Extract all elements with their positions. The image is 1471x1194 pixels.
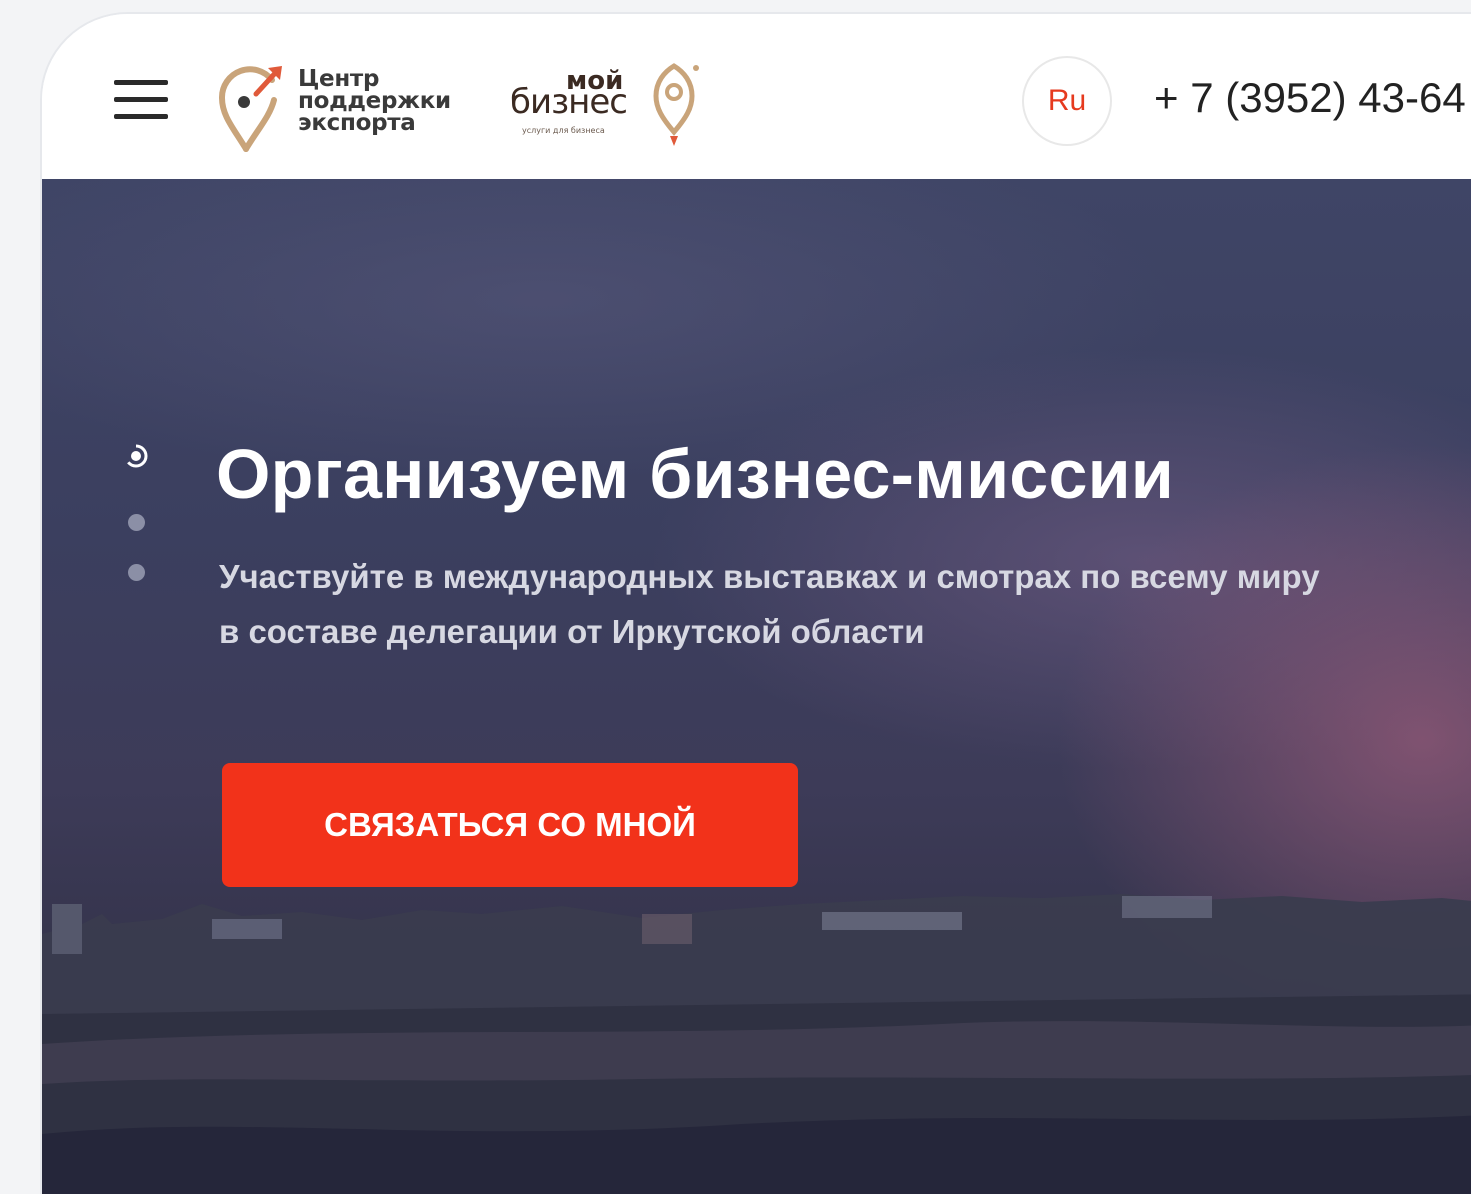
logo-line: поддержки	[298, 88, 451, 114]
hero-subtitle: Участвуйте в международных выставках и с…	[219, 549, 1459, 659]
rocket-pin-icon	[653, 63, 699, 146]
city-river-background	[42, 894, 1471, 1194]
slider-pagination	[124, 444, 154, 594]
burger-line	[114, 97, 168, 102]
browser-frame: Центр поддержки экспорта мой бизнес услу…	[42, 14, 1471, 1194]
hero-title: Организуем бизнес-миссии	[216, 435, 1175, 513]
logo-biznes-text: бизнес	[510, 82, 628, 122]
hero-subtitle-line: Участвуйте в международных выставках и с…	[219, 558, 1320, 595]
export-center-logo[interactable]: Центр поддержки экспорта	[216, 54, 466, 154]
slider-dot[interactable]	[128, 564, 145, 581]
map-pin-icon	[218, 66, 282, 152]
language-switch-button[interactable]: Ru	[1022, 56, 1112, 146]
logo-line: экспорта	[298, 110, 416, 136]
site-header: Центр поддержки экспорта мой бизнес услу…	[42, 14, 1471, 179]
hero-banner: Организуем бизнес-миссии Участвуйте в ме…	[42, 179, 1471, 1194]
hero-subtitle-line: в составе делегации от Иркутской области	[219, 613, 925, 650]
menu-burger-button[interactable]	[114, 80, 168, 120]
burger-line	[114, 80, 168, 85]
logo-sub-text: услуги для бизнеса	[522, 126, 605, 135]
my-business-logo[interactable]: мой бизнес услуги для бизнеса	[508, 52, 708, 162]
logo-line: Центр	[298, 66, 380, 92]
contact-me-button[interactable]: СВЯЗАТЬСЯ СО МНОЙ	[222, 763, 798, 887]
slider-dot[interactable]	[128, 514, 145, 531]
burger-line	[114, 114, 168, 119]
phone-number-link[interactable]: + 7 (3952) 43-64	[1154, 74, 1466, 122]
slider-dot-active-icon[interactable]	[124, 444, 148, 468]
export-center-logo-text: Центр поддержки экспорта	[298, 66, 451, 136]
